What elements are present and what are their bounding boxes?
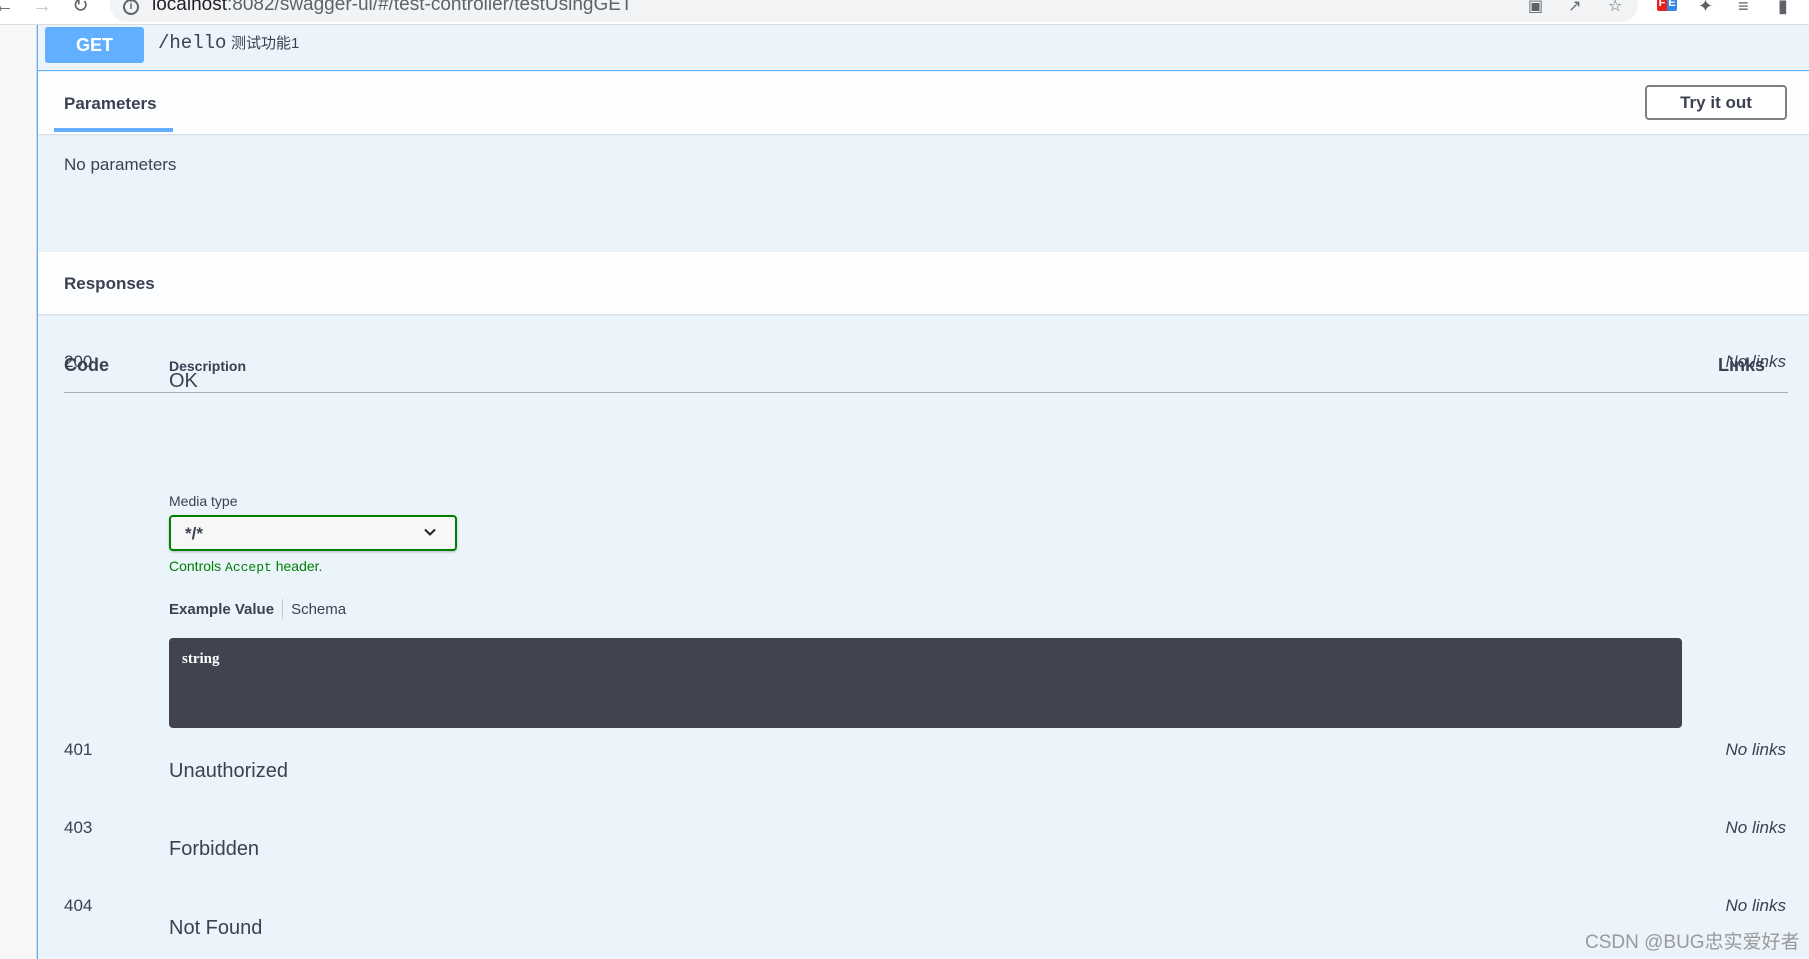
active-tab-indicator bbox=[54, 128, 173, 132]
fe-extension-icon[interactable]: FE bbox=[1657, 0, 1677, 11]
parameters-header: Parameters Try it out bbox=[38, 72, 1809, 134]
browser-toolbar: ← → ↻ i localhost:8082/swagger-ui/#/test… bbox=[0, 0, 1809, 25]
share-icon[interactable]: ↗ bbox=[1568, 0, 1581, 16]
forward-icon[interactable]: → bbox=[32, 0, 52, 16]
watermark: CSDN @BUG忠实爱好者 bbox=[1585, 932, 1800, 953]
reload-icon[interactable]: ↻ bbox=[72, 0, 89, 16]
media-type-hint: Controls Accept header. bbox=[169, 558, 323, 575]
chevron-down-icon bbox=[424, 528, 436, 536]
operation-summary[interactable]: GET /hello 测试功能1 bbox=[38, 25, 1809, 71]
response-description: Not Found bbox=[169, 917, 263, 939]
reading-list-icon[interactable]: ≡ bbox=[1738, 0, 1749, 17]
response-description: OK bbox=[169, 370, 198, 392]
url-text: localhost:8082/swagger-ui/#/test-control… bbox=[152, 0, 633, 15]
example-code-block: string bbox=[169, 638, 1682, 728]
method-badge: GET bbox=[45, 27, 144, 63]
response-code: 404 bbox=[64, 896, 93, 915]
responses-header: Responses bbox=[38, 252, 1809, 314]
responses-title: Responses bbox=[64, 274, 155, 293]
no-parameters-text: No parameters bbox=[64, 155, 177, 174]
response-code: 403 bbox=[64, 818, 93, 837]
media-type-value: */* bbox=[185, 524, 203, 543]
media-type-label: Media type bbox=[169, 493, 238, 509]
tab-separator bbox=[282, 599, 284, 619]
table-divider bbox=[64, 392, 1788, 393]
translate-icon[interactable]: ▣ bbox=[1528, 0, 1543, 16]
tab-parameters[interactable]: Parameters bbox=[64, 94, 157, 114]
back-icon[interactable]: ← bbox=[0, 0, 14, 16]
side-panel-icon[interactable]: ▮ bbox=[1778, 0, 1788, 17]
operation-path: /hello bbox=[158, 32, 227, 54]
operation-summary-text: 测试功能1 bbox=[231, 35, 300, 52]
tab-schema[interactable]: Schema bbox=[291, 601, 346, 618]
response-links: No links bbox=[1725, 740, 1786, 759]
response-links: No links bbox=[1725, 818, 1786, 837]
response-code: 401 bbox=[64, 740, 93, 759]
extensions-puzzle-icon[interactable]: ✦ bbox=[1698, 0, 1713, 17]
try-it-out-button[interactable]: Try it out bbox=[1645, 85, 1787, 120]
response-description: Unauthorized bbox=[169, 760, 288, 782]
response-links: No links bbox=[1725, 352, 1786, 371]
left-gutter bbox=[0, 25, 37, 959]
site-info-icon[interactable]: i bbox=[123, 0, 139, 15]
example-tabs: Example Value Schema bbox=[169, 599, 346, 619]
example-code: string bbox=[182, 651, 220, 667]
address-bar[interactable]: i localhost:8082/swagger-ui/#/test-contr… bbox=[110, 0, 1638, 22]
response-description: Forbidden bbox=[169, 838, 260, 860]
media-type-select[interactable]: */* bbox=[169, 515, 457, 551]
tab-example-value[interactable]: Example Value bbox=[169, 601, 274, 618]
response-code: 200 bbox=[64, 352, 93, 371]
operation-block: GET /hello 测试功能1 Parameters Try it out N… bbox=[37, 25, 1809, 959]
response-links: No links bbox=[1725, 896, 1786, 915]
bookmark-star-icon[interactable]: ☆ bbox=[1608, 0, 1622, 16]
